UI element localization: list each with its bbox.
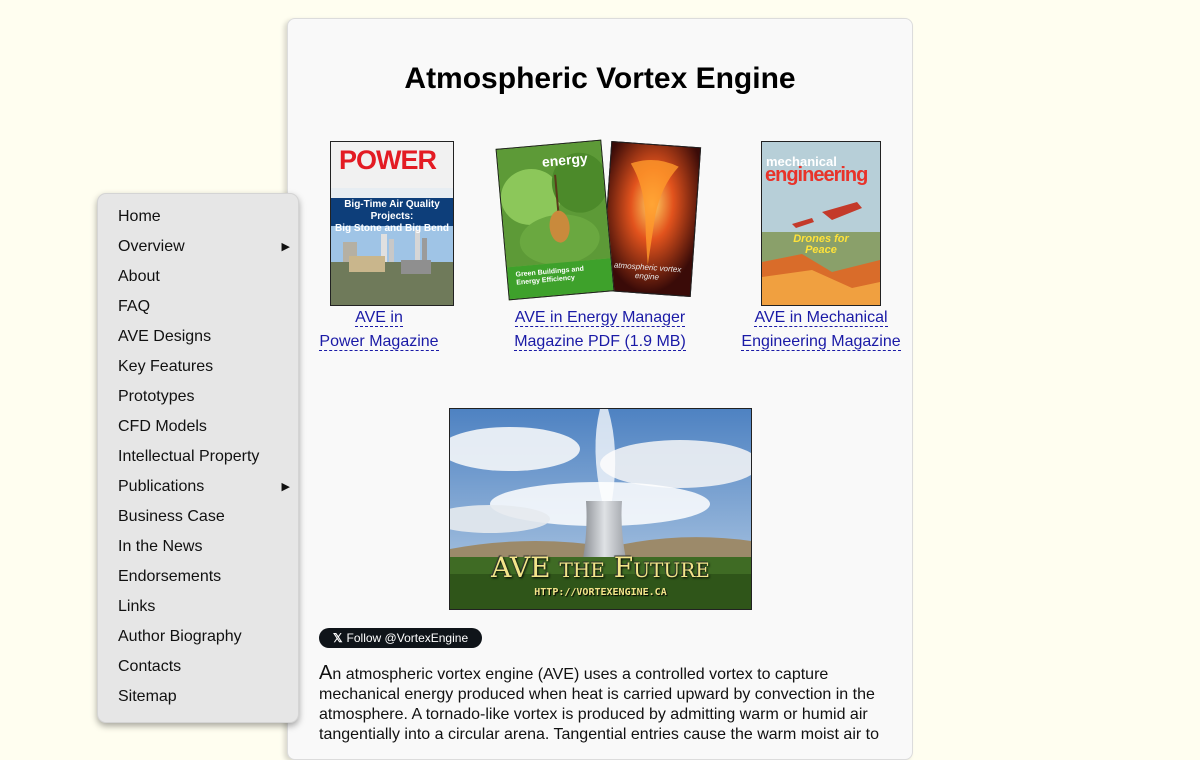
power-masthead: POWER <box>339 145 437 175</box>
nav-item-label[interactable]: FAQ <box>118 298 150 315</box>
submenu-arrow-icon: ▶ <box>281 241 290 253</box>
nav-item-label[interactable]: Sitemap <box>118 688 177 705</box>
mechanical-engineering-cover[interactable]: mechanical engineering Drones for Peace <box>761 141 881 306</box>
nav-item-business-case[interactable]: Business Case <box>118 502 290 532</box>
energy-link-line1[interactable]: AVE in Energy Manager <box>514 309 686 327</box>
mechanical-engineering-link[interactable]: AVE in Mechanical Engineering Magazine <box>736 306 906 354</box>
follow-label: Follow @VortexEngine <box>346 631 469 645</box>
me-link-line1[interactable]: AVE in Mechanical <box>754 309 888 327</box>
nav-item-cfd-models[interactable]: CFD Models <box>118 412 290 442</box>
energy-manager-covers[interactable]: atmospheric vortex engine energy Green B… <box>495 139 702 304</box>
banner-title: AVE the Future <box>491 551 710 584</box>
nav-item-label[interactable]: Overview <box>118 238 185 255</box>
nav-item-label[interactable]: Contacts <box>118 658 181 675</box>
power-headline-line2: Big Stone and Big Bend <box>335 223 449 234</box>
nav-item-ave-designs[interactable]: AVE Designs <box>118 322 290 352</box>
energy-link-line2[interactable]: Magazine PDF (1.9 MB) <box>514 333 686 351</box>
nav-item-label[interactable]: Endorsements <box>118 568 221 585</box>
me-headline: Drones for Peace <box>762 234 880 256</box>
nav-item-intellectual-property[interactable]: Intellectual Property <box>118 442 290 472</box>
me-masthead-line2: engineering <box>765 164 868 186</box>
ave-future-banner[interactable]: AVE the Future HTTP://VORTEXENGINE.CA <box>449 408 752 610</box>
energy-manager-link[interactable]: AVE in Energy Manager Magazine PDF (1.9 … <box>504 306 696 354</box>
nav-item-home[interactable]: Home <box>118 202 290 232</box>
nav-item-label[interactable]: Business Case <box>118 508 225 525</box>
nav-item-in-the-news[interactable]: In the News <box>118 532 290 562</box>
nav-item-sitemap[interactable]: Sitemap <box>118 682 290 712</box>
me-link-line2[interactable]: Engineering Magazine <box>741 333 901 351</box>
nav-item-publications[interactable]: Publications ▶ <box>118 472 290 502</box>
nav-item-label[interactable]: About <box>118 268 160 285</box>
energy-manager-cover: energy Green Buildings and Energy Effici… <box>495 139 615 301</box>
nav-item-overview[interactable]: Overview ▶ <box>118 232 290 262</box>
intro-text: n atmospheric vortex engine (AVE) uses a… <box>319 666 879 743</box>
content-panel <box>287 18 913 760</box>
power-magazine-cover[interactable]: POWER Big-Time Air Quality Projects: Big… <box>330 141 454 306</box>
power-link-line1[interactable]: AVE in <box>355 309 403 327</box>
nav-item-prototypes[interactable]: Prototypes <box>118 382 290 412</box>
intro-dropcap: A <box>319 662 333 684</box>
energy-second-cover: atmospheric vortex engine <box>600 141 702 297</box>
nav-item-about[interactable]: About <box>118 262 290 292</box>
sidebar-nav: Home Overview ▶ About FAQ AVE Designs Key… <box>97 193 299 723</box>
banner-url: HTTP://VORTEXENGINE.CA <box>534 587 667 598</box>
nav-item-label[interactable]: Publications <box>118 478 204 495</box>
nav-item-faq[interactable]: FAQ <box>118 292 290 322</box>
power-link-line2[interactable]: Power Magazine <box>319 333 439 351</box>
nav-item-label[interactable]: Author Biography <box>118 628 242 645</box>
power-headline: Big-Time Air Quality Projects: Big Stone… <box>331 199 453 235</box>
nav-item-label[interactable]: CFD Models <box>118 418 207 435</box>
nav-item-label[interactable]: Home <box>118 208 161 225</box>
nav-item-key-features[interactable]: Key Features <box>118 352 290 382</box>
twitter-follow-button[interactable]: 𝕏 Follow @VortexEngine <box>319 628 482 648</box>
nav-item-label[interactable]: Links <box>118 598 155 615</box>
page-title: Atmospheric Vortex Engine <box>404 62 796 95</box>
nav-item-label[interactable]: Prototypes <box>118 388 194 405</box>
power-headline-line1: Big-Time Air Quality Projects: <box>344 199 440 222</box>
nav-item-links[interactable]: Links <box>118 592 290 622</box>
nav-item-contacts[interactable]: Contacts <box>118 652 290 682</box>
intro-paragraph: An atmospheric vortex engine (AVE) uses … <box>319 663 889 745</box>
x-logo-icon: 𝕏 <box>332 631 343 645</box>
nav-item-endorsements[interactable]: Endorsements <box>118 562 290 592</box>
submenu-arrow-icon: ▶ <box>281 481 290 493</box>
nav-item-label[interactable]: In the News <box>118 538 202 555</box>
nav-item-author-biography[interactable]: Author Biography <box>118 622 290 652</box>
nav-item-label[interactable]: Intellectual Property <box>118 448 259 465</box>
nav-item-label[interactable]: AVE Designs <box>118 328 211 345</box>
nav-item-label[interactable]: Key Features <box>118 358 213 375</box>
me-headline-line2: Peace <box>805 244 837 256</box>
power-magazine-link[interactable]: AVE in Power Magazine <box>310 306 448 354</box>
